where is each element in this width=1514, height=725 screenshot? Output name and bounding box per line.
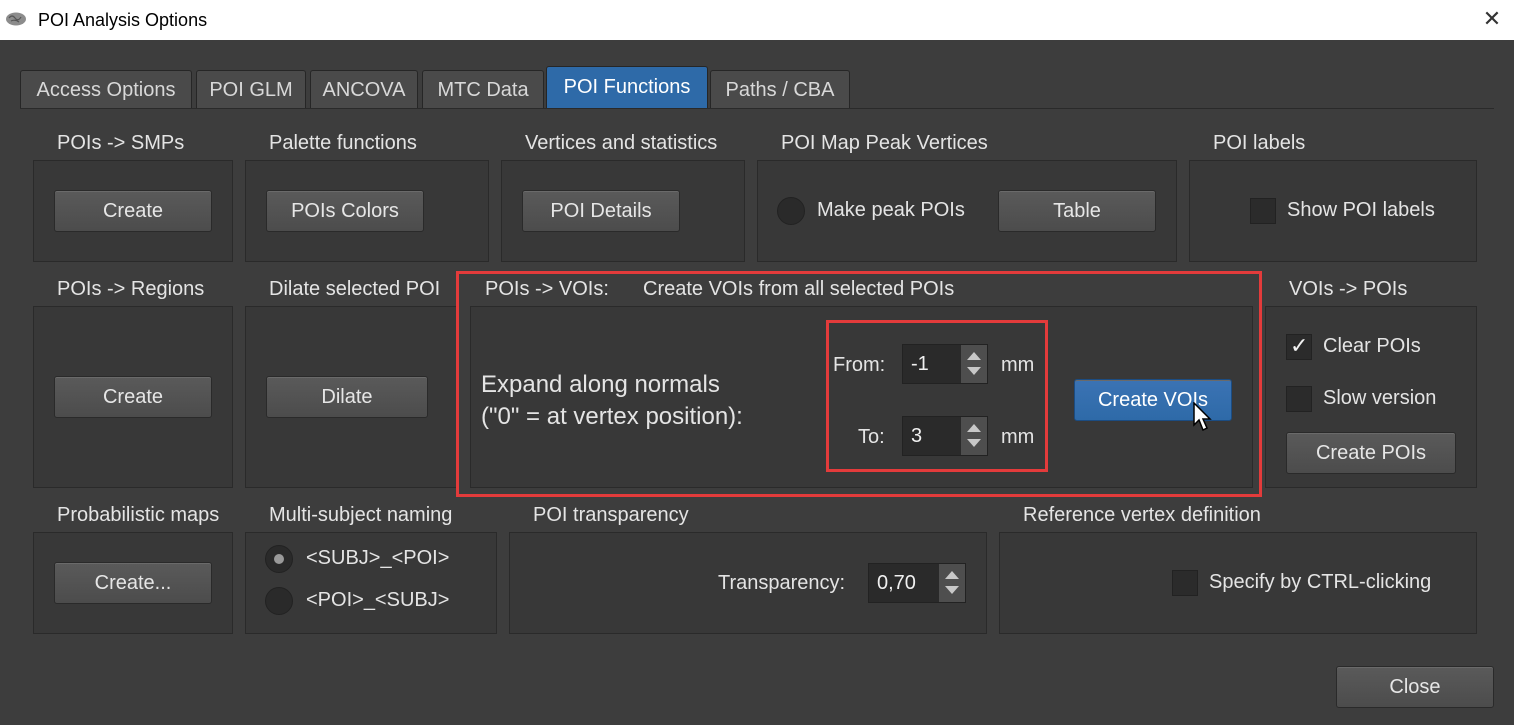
tab-access-options[interactable]: Access Options (20, 70, 192, 108)
tab-ancova[interactable]: ANCOVA (310, 70, 418, 108)
ctrl-click-checkbox[interactable] (1172, 570, 1198, 596)
highlight-range-fields (826, 320, 1048, 472)
group-title-peak: POI Map Peak Vertices (781, 132, 988, 154)
title-bar: POI Analysis Options ✕ (0, 0, 1514, 40)
close-button[interactable]: Close (1336, 666, 1494, 708)
poi-details-button[interactable]: POI Details (522, 190, 680, 232)
group-title-vois-pois: VOIs -> POIs (1289, 278, 1408, 300)
group-title-dilate: Dilate selected POI (269, 278, 441, 300)
group-title-poi-labels: POI labels (1213, 132, 1306, 154)
table-button[interactable]: Table (998, 190, 1156, 232)
group-title-regions: POIs -> Regions (57, 278, 205, 300)
brain-app-icon (6, 12, 26, 26)
show-poi-labels-label: Show POI labels (1287, 199, 1435, 221)
show-poi-labels-checkbox[interactable] (1250, 198, 1276, 224)
group-title-vertices: Vertices and statistics (525, 132, 718, 154)
tab-poi-functions[interactable]: POI Functions (546, 66, 708, 108)
create-prob-maps-button[interactable]: Create... (54, 562, 212, 604)
mouse-pointer-icon (1193, 402, 1212, 432)
transparency-stepper-arrows[interactable] (938, 564, 965, 602)
clear-pois-label: Clear POIs (1323, 335, 1421, 357)
group-title-prob: Probabilistic maps (57, 504, 220, 526)
make-peak-pois-label: Make peak POIs (817, 199, 965, 221)
transparency-value: 0,70 (877, 572, 916, 594)
transparency-spinbox[interactable]: 0,70 (868, 563, 966, 603)
clear-pois-checkbox[interactable]: ✓ (1286, 333, 1312, 360)
close-window-icon[interactable]: ✕ (1478, 6, 1506, 34)
dilate-button[interactable]: Dilate (266, 376, 428, 418)
transparency-label: Transparency: (718, 572, 846, 594)
naming-option1-label: <SUBJ>_<POI> (306, 547, 450, 569)
naming-option2-radio[interactable] (265, 587, 293, 615)
checkmark-icon: ✓ (1290, 333, 1309, 358)
naming-option1-radio[interactable] (265, 545, 293, 573)
tab-mtc-data[interactable]: MTC Data (422, 70, 544, 108)
group-title-naming: Multi-subject naming (269, 504, 453, 526)
group-title-reference: Reference vertex definition (1023, 504, 1261, 526)
radio-selected-dot (274, 554, 284, 564)
group-title-palette: Palette functions (269, 132, 417, 154)
pois-colors-button[interactable]: POIs Colors (266, 190, 424, 232)
create-pois-button[interactable]: Create POIs (1286, 432, 1456, 474)
tab-divider (20, 108, 1494, 109)
slow-version-label: Slow version (1323, 387, 1437, 409)
tab-paths-cba[interactable]: Paths / CBA (710, 70, 850, 108)
ctrl-click-label: Specify by CTRL-clicking (1209, 571, 1432, 593)
tab-poi-glm[interactable]: POI GLM (196, 70, 306, 108)
arrow-down-icon[interactable] (945, 586, 959, 594)
group-title-pois-smps: POIs -> SMPs (57, 132, 185, 154)
naming-option2-label: <POI>_<SUBJ> (306, 589, 450, 611)
arrow-up-icon[interactable] (945, 571, 959, 579)
group-title-transparency: POI transparency (533, 504, 689, 526)
window-title: POI Analysis Options (38, 10, 208, 30)
slow-version-checkbox[interactable] (1286, 386, 1312, 412)
make-peak-pois-radio[interactable] (777, 197, 805, 225)
create-smps-button[interactable]: Create (54, 190, 212, 232)
create-regions-button[interactable]: Create (54, 376, 212, 418)
